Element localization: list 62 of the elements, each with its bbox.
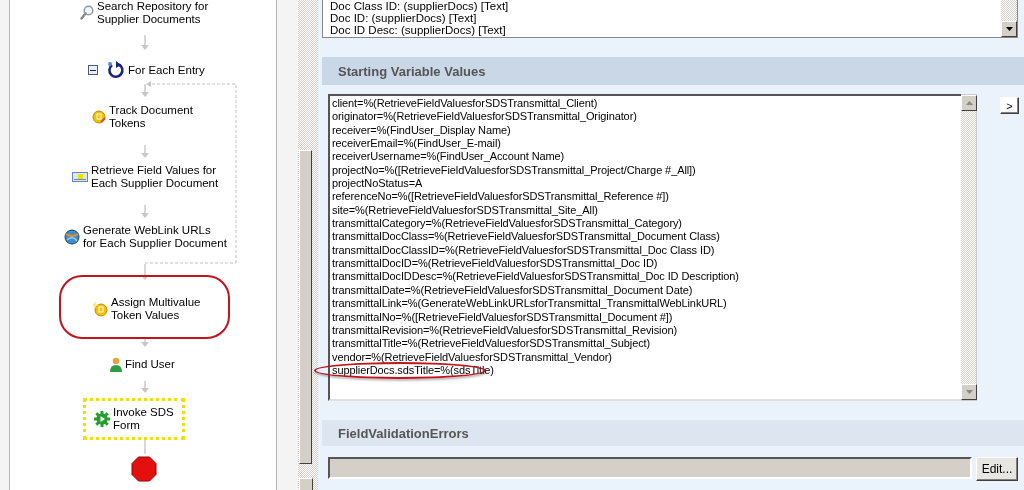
node-label: Assign Multivalue Token Values xyxy=(111,296,201,322)
workflow-node[interactable]: Assign Multivalue Token Values xyxy=(92,296,201,322)
list-item[interactable]: Doc Class ID: (supplierDocs) [Text] xyxy=(330,0,1001,12)
scrollbar[interactable] xyxy=(298,0,314,490)
variable-line: receiverEmail=%(FindUser_E-mail) xyxy=(332,137,501,151)
variable-line: transmittalRevision=%(RetrieveFieldValuesforSDSTransmittal_Revision) xyxy=(332,323,678,338)
variable-line: vendor=%(RetrieveFieldValuesforSDSTransmittal_Vendor) xyxy=(332,350,612,364)
connector-arrow xyxy=(141,380,149,393)
loop-arrow-icon xyxy=(107,61,125,79)
collapse-icon[interactable] xyxy=(88,65,98,75)
edit-button[interactable]: Edit... xyxy=(976,457,1018,481)
variable-line: transmittalTitle=%(RetrieveFieldValuesforSDSTransmittal_Subject) xyxy=(332,337,651,351)
variable-line: transmittalNo=%([RetrieveFieldValuesforSDSTransmittal_Document #]) xyxy=(332,310,673,324)
validation-errors-field[interactable] xyxy=(328,457,972,479)
scrollbar[interactable] xyxy=(961,94,977,401)
section-header: Starting Variable Values xyxy=(322,57,1024,85)
workflow-node[interactable]: Invoke SDS Form xyxy=(83,398,185,440)
variable-line: transmittalDocClass=%(RetrieveFieldValuesforSDSTransmittal_Document Class) xyxy=(332,230,720,244)
variable-line: transmittalCategory=%(RetrieveFieldValuesforSDSTransmittal_Category) xyxy=(332,217,682,231)
variable-line: transmittalLink=%(GenerateWebLinkURLsforTransmittal_TransmittalWebLinkURL) xyxy=(332,297,727,311)
variable-line: transmittalDocID=%(RetrieveFieldValuesforSDSTransmittal_Doc ID) xyxy=(332,257,658,271)
variable-line: site=%(RetrieveFieldValuesforSDSTransmittal_Site_All) xyxy=(332,203,598,218)
variable-line: receiverUsername=%(FindUser_Account Name) xyxy=(332,150,565,164)
connector-arrow xyxy=(141,263,149,280)
form-field-icon xyxy=(72,172,88,182)
variable-line: referenceNo=%([RetrieveFieldValuesforSDSTransmittal_Reference #]) xyxy=(332,190,669,204)
connector-arrow xyxy=(141,204,149,218)
globe-icon xyxy=(64,229,80,245)
token-list[interactable]: Doc Class ID: (supplierDocs) [Text] Doc ID: (supplierDocs) [Text] Doc ID Desc: (supplierDocs) [Text] xyxy=(322,0,1018,38)
list-item[interactable]: Doc ID Desc: (supplierDocs) [Text] xyxy=(330,24,1001,36)
down-arrow-icon xyxy=(1005,27,1013,31)
workflow-node[interactable]: Find User xyxy=(110,357,175,372)
connector-arrow xyxy=(141,337,149,347)
workflow-node[interactable]: For Each Entry xyxy=(88,61,205,79)
gear-play-icon xyxy=(94,411,110,427)
node-label: Track Document Tokens xyxy=(109,104,193,130)
node-label: Invoke SDS Form xyxy=(113,406,174,432)
variable-line: client=%(RetrieveFieldValuesforSDSTransmittal_Client) xyxy=(332,97,598,111)
workflow-node[interactable]: Track Document Tokens xyxy=(92,104,193,130)
variable-line: transmittalDocIDDesc=%(RetrieveFieldValuesforSDSTransmittal_Doc ID Description) xyxy=(332,270,739,284)
magnifier-icon xyxy=(80,5,94,21)
sparkle-coin-icon xyxy=(92,301,108,317)
section-header: FieldValidationErrors xyxy=(322,420,1024,446)
connector-arrow xyxy=(141,144,149,158)
variable-line: receiver=%(FindUser_Display Name) xyxy=(332,123,511,138)
variable-line: transmittalDocClassID=%(RetrieveFieldValuesforSDSTransmittal_Doc Class ID) xyxy=(332,243,715,258)
node-label: Find User xyxy=(125,358,175,371)
user-icon xyxy=(110,357,122,372)
node-label: For Each Entry xyxy=(128,63,205,77)
expand-button[interactable]: > xyxy=(1000,97,1019,114)
down-arrow-icon xyxy=(965,390,973,394)
list-item[interactable]: Doc ID: (supplierDocs) [Text] xyxy=(330,12,1001,24)
connector-arrow xyxy=(141,34,149,50)
connector-arrow xyxy=(141,83,149,97)
coin-icon xyxy=(92,110,106,124)
up-arrow-icon xyxy=(965,101,973,105)
variable-values-field[interactable] xyxy=(328,94,961,401)
variable-line: transmittalDate=%(RetrieveFieldValuesforSDSTransmittal_Document Date) xyxy=(332,283,693,298)
variable-line: originator=%(RetrieveFieldValuesforSDSTransmittal_Originator) xyxy=(332,110,637,124)
variable-line: projectNoStatus=A xyxy=(332,177,423,191)
scrollbar[interactable] xyxy=(1001,0,1017,37)
variable-line: projectNo=%([RetrieveFieldValuesforSDSTransmittal_Project/Charge #_All]) xyxy=(332,163,696,178)
